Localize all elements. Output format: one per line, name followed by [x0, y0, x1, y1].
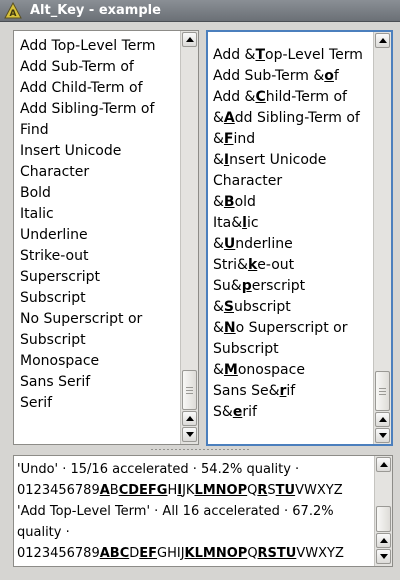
list-item[interactable]: Stri&ke-out — [213, 255, 373, 276]
list-item[interactable]: &Insert Unicode — [213, 150, 373, 171]
scroll-up-button[interactable] — [376, 533, 391, 548]
right-scrollbar[interactable] — [373, 32, 391, 444]
list-item[interactable]: Subscript — [20, 330, 180, 351]
accelerated-letters: KLMNOP — [184, 546, 248, 561]
scroll-up-button[interactable] — [375, 412, 390, 427]
window-title: Alt_Key - example — [30, 3, 161, 18]
list-item[interactable]: Add Sibling-Term of — [20, 99, 180, 120]
accelerator-key: A — [223, 110, 235, 126]
accelerator-key: C — [255, 89, 266, 105]
list-item[interactable]: No Superscript or — [20, 309, 180, 330]
list-item[interactable]: Add &Child-Term of — [213, 87, 373, 108]
accelerator-key: o — [324, 68, 334, 84]
accelerator-key: M — [223, 362, 238, 378]
list-item[interactable]: Find — [20, 120, 180, 141]
arrow-up-icon — [186, 416, 194, 421]
arrow-up-icon — [380, 538, 388, 543]
list-item[interactable]: &Bold — [213, 192, 373, 213]
list-item[interactable]: Add Sub-Term of — [20, 57, 180, 78]
scroll-up-button[interactable] — [375, 33, 390, 48]
scroll-thumb[interactable] — [375, 371, 390, 411]
log-line: 0123456789ABCDEFGHIJKLMNOPQRSTUVWXYZ — [17, 546, 344, 561]
log-line: 0123456789ABCDEFGHIJKLMNOPQRSTUVWXYZ — [17, 483, 343, 498]
accelerator-key: T — [255, 47, 266, 63]
scroll-up-button[interactable] — [182, 411, 197, 426]
arrow-down-icon — [380, 554, 388, 559]
list-item[interactable]: Strike-out — [20, 246, 180, 267]
log-line: quality · — [17, 525, 70, 540]
log-text: 'Undo' · 15/16 accelerated · 54.2% quali… — [14, 456, 374, 564]
left-scrollbar[interactable] — [180, 31, 198, 444]
splitter-grip-icon — [150, 448, 250, 451]
list-item[interactable]: Ita&lic — [213, 213, 373, 234]
list-item[interactable]: Sans Serif — [20, 372, 180, 393]
list-item[interactable]: Add Top-Level Term — [20, 36, 180, 57]
accelerator-key: B — [223, 194, 235, 210]
accelerated-letters: A — [99, 483, 110, 498]
arrow-up-icon — [379, 417, 387, 422]
accelerator-key: p — [241, 278, 252, 294]
list-item[interactable]: &Add Sibling-Term of — [213, 108, 373, 129]
accelerator-key: k — [247, 257, 258, 273]
log-line: 'Undo' · 15/16 accelerated · 54.2% quali… — [17, 462, 300, 477]
list-item[interactable]: &Subscript — [213, 297, 373, 318]
list-item[interactable]: &No Superscript or — [213, 318, 373, 339]
scroll-up-button[interactable] — [376, 457, 391, 472]
arrow-down-icon — [186, 432, 194, 437]
list-item[interactable]: Add Child-Term of — [20, 78, 180, 99]
accelerated-letters: R — [257, 483, 268, 498]
list-item[interactable]: &Monospace — [213, 360, 373, 381]
accelerated-letters: TU — [275, 483, 296, 498]
list-item[interactable]: Insert Unicode — [20, 141, 180, 162]
list-item[interactable]: Character — [20, 162, 180, 183]
accelerated-letters: CDEFG — [118, 483, 168, 498]
list-item[interactable]: Sans Se&rif — [213, 381, 373, 402]
log-pane[interactable]: 'Undo' · 15/16 accelerated · 54.2% quali… — [13, 455, 393, 567]
list-item[interactable]: Character — [213, 171, 373, 192]
left-list[interactable]: Add Top-Level Term Add Sub-Term of Add Chi… — [20, 31, 180, 414]
list-item[interactable]: Subscript — [20, 288, 180, 309]
list-item[interactable]: Add &Top-Level Term — [213, 45, 373, 66]
list-item[interactable]: Serif — [20, 393, 180, 414]
log-scrollbar[interactable] — [374, 456, 392, 566]
title-bar: A Alt_Key - example — [0, 0, 400, 22]
list-item[interactable]: &Underline — [213, 234, 373, 255]
svg-text:A: A — [10, 9, 17, 19]
list-item[interactable]: Su&perscript — [213, 276, 373, 297]
accelerator-key: N — [223, 320, 236, 336]
list-item[interactable]: Bold — [20, 183, 180, 204]
accelerated-letters: ABC — [99, 546, 130, 561]
scroll-thumb[interactable] — [376, 506, 391, 532]
arrow-up-icon — [379, 38, 387, 43]
accelerated-letters: RSTU — [257, 546, 297, 561]
scroll-thumb[interactable] — [182, 370, 197, 410]
accelerated-letters: LMNOP — [194, 483, 248, 498]
arrow-up-icon — [380, 462, 388, 467]
arrow-down-icon — [379, 433, 387, 438]
list-item[interactable]: Add Sub-Term &of — [213, 66, 373, 87]
scroll-up-button[interactable] — [182, 32, 197, 47]
accelerator-key: U — [223, 236, 236, 252]
scroll-down-button[interactable] — [376, 549, 391, 564]
right-list[interactable]: Add &Top-Level Term Add Sub-Term &of Add &… — [213, 40, 373, 423]
right-list-pane[interactable]: Add &Top-Level Term Add Sub-Term &of Add &… — [206, 30, 393, 446]
list-item[interactable]: Superscript — [20, 267, 180, 288]
left-list-pane[interactable]: Add Top-Level Term Add Sub-Term of Add Chi… — [13, 30, 199, 445]
arrow-up-icon — [186, 37, 194, 42]
app-icon: A — [4, 2, 22, 19]
list-item[interactable]: Underline — [20, 225, 180, 246]
pane-splitter[interactable] — [0, 447, 400, 453]
list-item[interactable]: Subscript — [213, 339, 373, 360]
scroll-down-button[interactable] — [182, 427, 197, 442]
list-item[interactable]: &Find — [213, 129, 373, 150]
list-item[interactable]: Italic — [20, 204, 180, 225]
accelerated-letters: EF — [139, 546, 158, 561]
log-line: 'Add Top-Level Term' · All 16 accelerate… — [17, 504, 334, 519]
list-item[interactable]: S&erif — [213, 402, 373, 423]
accelerator-key: e — [232, 404, 243, 420]
scroll-down-button[interactable] — [375, 428, 390, 443]
list-item[interactable]: Monospace — [20, 351, 180, 372]
accelerator-key: S — [223, 299, 235, 315]
accelerator-key: F — [223, 131, 234, 147]
